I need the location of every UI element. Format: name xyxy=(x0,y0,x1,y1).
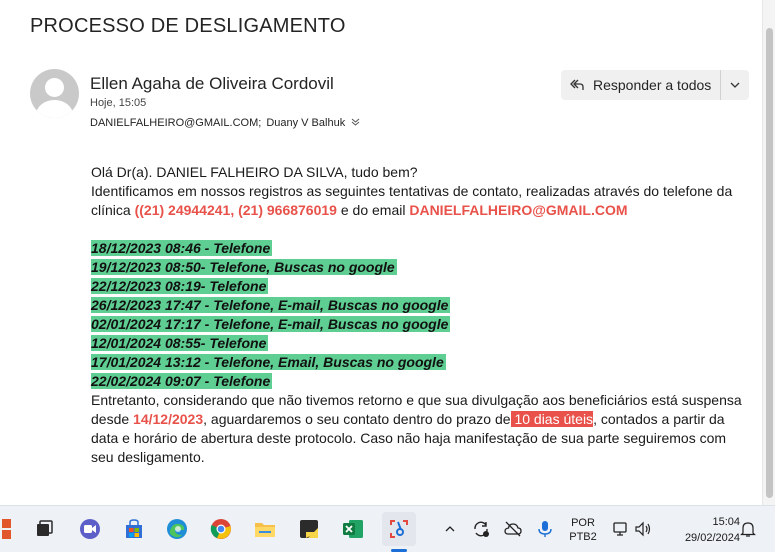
sticky-notes-icon[interactable] xyxy=(294,514,324,544)
contact-attempt-row: 12/01/2024 08:55- Telefone xyxy=(91,335,269,351)
intro-paragraph: Identificamos em nossos registros as seg… xyxy=(91,182,751,220)
contact-attempt-row: 19/12/2023 08:50- Telefone, Buscas no go… xyxy=(91,259,397,275)
store-icon[interactable] xyxy=(119,514,149,544)
sync-icon[interactable] xyxy=(466,514,496,544)
volume-icon[interactable] xyxy=(628,514,658,544)
meet-icon[interactable] xyxy=(75,514,105,544)
snipping-tool-icon[interactable] xyxy=(382,512,416,546)
contact-attempt-row: 17/01/2024 13:12 - Telefone, Email, Busc… xyxy=(91,354,446,370)
excel-icon[interactable] xyxy=(338,514,368,544)
email-body: Olá Dr(a). DANIEL FALHEIRO DA SILVA, tud… xyxy=(91,163,751,467)
reply-options-button[interactable] xyxy=(721,70,749,100)
recipient-2[interactable]: Duany V Balhuk xyxy=(266,117,345,129)
email-reading-pane: PROCESSO DE DESLIGAMENTO Ellen Agaha de … xyxy=(0,0,762,505)
contact-attempt-row: 22/12/2023 08:19- Telefone xyxy=(91,278,269,294)
reply-all-label: Responder a todos xyxy=(593,77,712,93)
sender-avatar[interactable] xyxy=(30,69,79,118)
recipients-line[interactable]: DANIELFALHEIRO@GMAIL.COM; Duany V Balhuk xyxy=(90,117,360,129)
edge-icon[interactable] xyxy=(162,514,192,544)
contact-attempt-row: 02/01/2024 17:17 - Telefone, E-mail, Bus… xyxy=(91,316,451,332)
greeting-text: Olá Dr(a). DANIEL FALHEIRO DA SILVA, tud… xyxy=(91,164,418,180)
language-code: POR xyxy=(571,516,595,529)
contact-attempt-row: 22/02/2024 09:07 - Telefone xyxy=(91,373,273,389)
chrome-icon[interactable] xyxy=(206,514,236,544)
contact-attempt-row: 18/12/2023 08:46 - Telefone xyxy=(91,240,273,256)
scrollbar-thumb[interactable] xyxy=(766,28,773,498)
vertical-scrollbar[interactable] xyxy=(762,0,775,505)
system-clock[interactable]: 15:04 29/02/2024 xyxy=(664,506,740,552)
show-hidden-icons-icon[interactable] xyxy=(435,514,465,544)
avatar-head xyxy=(45,78,64,97)
notification-bell-icon[interactable] xyxy=(733,514,763,544)
cloud-offline-icon[interactable] xyxy=(498,514,528,544)
microphone-icon[interactable] xyxy=(530,514,560,544)
avatar-body xyxy=(36,100,73,118)
expand-recipients-icon[interactable] xyxy=(351,117,360,129)
contact-attempt-row: 26/12/2023 17:47 - Telefone, E-mail, Bus… xyxy=(91,297,451,313)
chevron-down-icon xyxy=(730,82,740,88)
task-view-icon[interactable] xyxy=(29,514,59,544)
contact-email[interactable]: DANIELFALHEIRO@GMAIL.COM xyxy=(409,202,627,218)
email-subject: PROCESSO DE DESLIGAMENTO xyxy=(30,15,346,37)
file-explorer-icon[interactable] xyxy=(250,514,280,544)
language-indicator[interactable]: POR PTB2 xyxy=(568,506,598,552)
sender-name[interactable]: Ellen Agaha de Oliveira Cordovil xyxy=(90,74,334,94)
reply-all-group: Responder a todos xyxy=(561,70,750,100)
recipient-1[interactable]: DANIELFALHEIRO@GMAIL.COM; xyxy=(90,117,261,129)
deadline-paragraph: Entretanto, considerando que não tivemos… xyxy=(91,392,742,465)
windows-taskbar: POR PTB2 15:04 29/02/2024 xyxy=(0,505,775,552)
suspension-date: 14/12/2023 xyxy=(133,411,204,427)
intro-text-2: e do email xyxy=(336,202,410,218)
clinic-phones: ((21) 24944241, (21) 966876019 xyxy=(134,202,337,218)
reply-all-icon xyxy=(570,79,584,90)
contact-attempts-list: 18/12/2023 08:46 - Telefone 19/12/2023 0… xyxy=(91,239,751,391)
reply-all-button[interactable]: Responder a todos xyxy=(561,70,722,100)
start-icon[interactable] xyxy=(0,514,16,544)
keyboard-layout: PTB2 xyxy=(569,530,597,543)
clock-date: 29/02/2024 xyxy=(684,531,740,544)
deadline-highlight: 10 dias úteis xyxy=(510,411,594,427)
email-date: Hoje, 15:05 xyxy=(90,97,147,109)
